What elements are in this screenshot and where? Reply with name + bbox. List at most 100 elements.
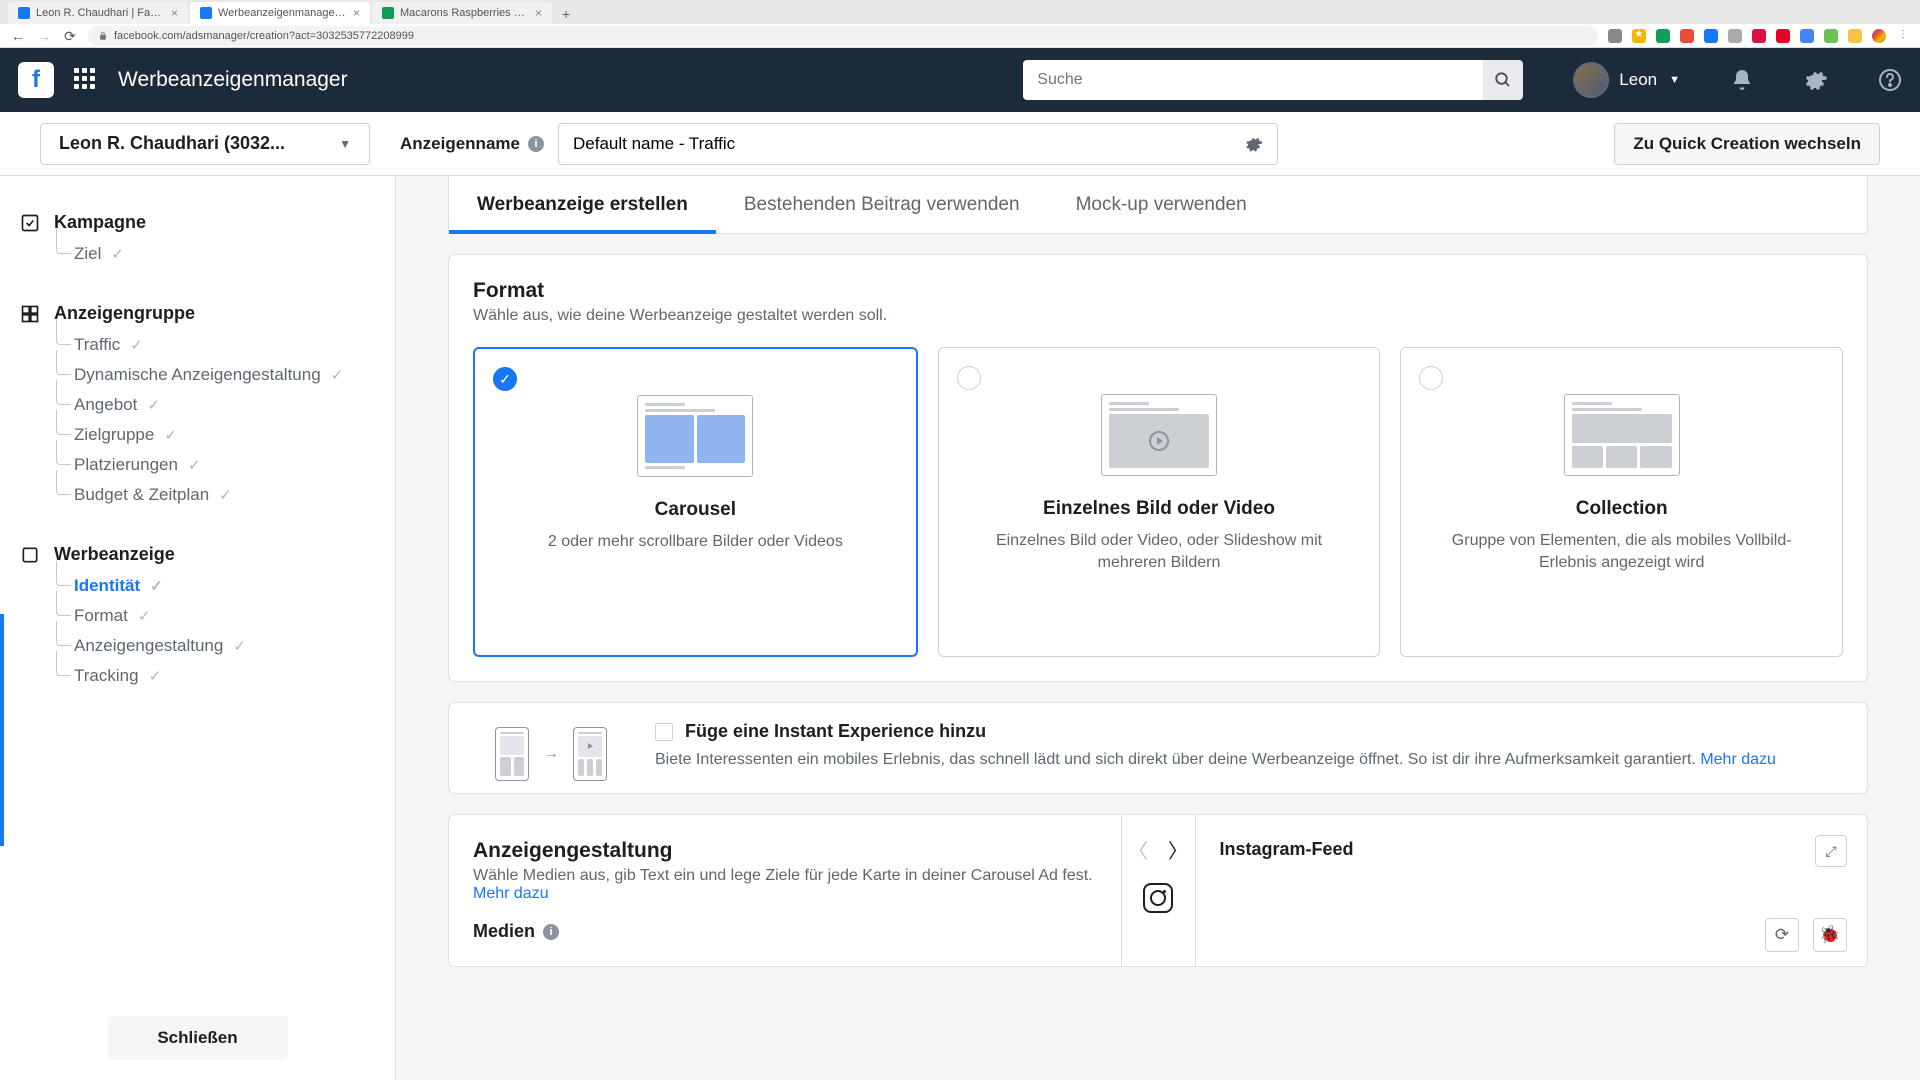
format-option-desc: 2 oder mehr scrollbare Bilder oder Video… xyxy=(497,531,894,553)
check-icon: ✓ xyxy=(130,336,143,354)
tab-existing-post[interactable]: Bestehenden Beitrag verwenden xyxy=(716,176,1048,233)
back-button[interactable]: ← xyxy=(10,28,26,44)
tabs-bar: Werbeanzeige erstellen Bestehenden Beitr… xyxy=(448,176,1868,234)
radio-icon xyxy=(1419,366,1443,390)
sidebar-item-audience[interactable]: Zielgruppe✓ xyxy=(20,420,375,450)
ext-icon[interactable] xyxy=(1752,29,1766,43)
radio-icon xyxy=(957,366,981,390)
format-option-single[interactable]: Einzelnes Bild oder Video Einzelnes Bild… xyxy=(938,347,1381,657)
close-icon[interactable]: × xyxy=(171,6,178,20)
adset-icon xyxy=(20,304,40,324)
ext-icon[interactable] xyxy=(1656,29,1670,43)
sidebar-item-identity[interactable]: Identität✓ xyxy=(20,571,375,601)
check-icon: ✓ xyxy=(149,667,162,685)
check-icon: ✓ xyxy=(188,456,201,474)
sidebar-item-offer[interactable]: Angebot✓ xyxy=(20,390,375,420)
instant-experience-checkbox[interactable] xyxy=(655,723,673,741)
ext-icon[interactable] xyxy=(1824,29,1838,43)
user-name: Leon xyxy=(1619,70,1657,90)
ad-icon xyxy=(20,545,40,565)
format-card: Format Wähle aus, wie deine Werbeanzeige… xyxy=(448,254,1868,682)
instagram-icon[interactable] xyxy=(1143,883,1173,913)
sidebar-item-goal[interactable]: Ziel✓ xyxy=(20,239,375,269)
extension-icons: ★ ⋮ xyxy=(1608,29,1910,43)
sidebar-section-adset[interactable]: Anzeigengruppe xyxy=(20,297,375,330)
ad-name-input[interactable] xyxy=(573,134,1245,154)
browser-tab[interactable]: Macarons Raspberries Pastrie… × xyxy=(372,2,552,24)
ext-icon[interactable] xyxy=(1608,29,1622,43)
ext-icon[interactable] xyxy=(1728,29,1742,43)
info-icon[interactable]: i xyxy=(528,136,544,152)
close-button[interactable]: Schließen xyxy=(107,1016,287,1060)
ext-icon[interactable]: ★ xyxy=(1632,29,1646,43)
refresh-icon[interactable]: ⟳ xyxy=(1765,918,1799,952)
chevron-down-icon: ▼ xyxy=(1669,74,1680,86)
sidebar-item-budget[interactable]: Budget & Zeitplan✓ xyxy=(20,480,375,510)
carousel-illustration xyxy=(497,391,894,481)
menu-icon[interactable]: ⋮ xyxy=(1896,29,1910,43)
sidebar-item-creative[interactable]: Anzeigengestaltung✓ xyxy=(20,631,375,661)
chevron-down-icon: ▼ xyxy=(339,137,351,151)
format-option-collection[interactable]: Collection Gruppe von Elementen, die als… xyxy=(1400,347,1843,657)
learn-more-link[interactable]: Mehr dazu xyxy=(473,885,549,902)
debug-icon[interactable]: 🐞 xyxy=(1813,918,1847,952)
creative-card: Anzeigengestaltung Wähle Medien aus, gib… xyxy=(448,814,1868,967)
info-icon[interactable]: i xyxy=(543,924,559,940)
user-menu[interactable]: Leon ▼ xyxy=(1573,62,1680,98)
quick-creation-button[interactable]: Zu Quick Creation wechseln xyxy=(1614,123,1880,165)
app-header: f Werbeanzeigenmanager Leon ▼ xyxy=(0,48,1920,112)
sidebar-section-ad[interactable]: Werbeanzeige xyxy=(20,538,375,571)
ext-icon[interactable] xyxy=(1776,29,1790,43)
sidebar-item-traffic[interactable]: Traffic✓ xyxy=(20,330,375,360)
tab-create-ad[interactable]: Werbeanzeige erstellen xyxy=(449,176,716,233)
format-option-desc: Einzelnes Bild oder Video, oder Slidesho… xyxy=(961,530,1358,575)
sub-header: Leon R. Chaudhari (3032... ▼ Anzeigennam… xyxy=(0,112,1920,176)
campaign-icon xyxy=(20,213,40,233)
forward-button[interactable]: → xyxy=(36,28,52,44)
check-icon: ✓ xyxy=(147,396,160,414)
preview-next-button[interactable]: 〉 xyxy=(1164,835,1192,863)
notifications-icon[interactable] xyxy=(1730,68,1754,92)
apps-icon[interactable] xyxy=(74,68,98,92)
close-icon[interactable]: × xyxy=(535,6,542,20)
browser-tab[interactable]: Leon R. Chaudhari | Facebook × xyxy=(8,2,188,24)
sidebar-item-placements[interactable]: Platzierungen✓ xyxy=(20,450,375,480)
format-subtitle: Wähle aus, wie deine Werbeanzeige gestal… xyxy=(473,307,1843,325)
sidebar-item-dynamic[interactable]: Dynamische Anzeigengestaltung✓ xyxy=(20,360,375,390)
facebook-logo[interactable]: f xyxy=(18,62,54,98)
account-dropdown[interactable]: Leon R. Chaudhari (3032... ▼ xyxy=(40,123,370,165)
learn-more-link[interactable]: Mehr dazu xyxy=(1700,751,1776,768)
check-icon: ✓ xyxy=(164,426,177,444)
settings-icon[interactable] xyxy=(1804,68,1828,92)
search-button[interactable] xyxy=(1483,60,1523,100)
new-tab-button[interactable]: + xyxy=(554,4,578,24)
expand-icon[interactable]: ⤢ xyxy=(1815,835,1847,867)
sidebar-item-format[interactable]: Format✓ xyxy=(20,601,375,631)
format-option-desc: Gruppe von Elementen, die als mobiles Vo… xyxy=(1423,530,1820,575)
browser-tab[interactable]: Werbeanzeigenmanager - Cre… × xyxy=(190,2,370,24)
help-icon[interactable] xyxy=(1878,68,1902,92)
search-input[interactable] xyxy=(1023,60,1483,100)
ext-icon[interactable] xyxy=(1848,29,1862,43)
instant-experience-card: → Füge eine Instant Experience hinzu Bie… xyxy=(448,702,1868,794)
gear-icon[interactable] xyxy=(1245,135,1263,153)
tab-mockup[interactable]: Mock-up verwenden xyxy=(1048,176,1275,233)
sidebar-section-campaign[interactable]: Kampagne xyxy=(20,206,375,239)
profile-icon[interactable] xyxy=(1872,29,1886,43)
url-text: facebook.com/adsmanager/creation?act=303… xyxy=(114,30,414,42)
ext-icon[interactable] xyxy=(1704,29,1718,43)
format-option-carousel[interactable]: ✓ Carousel 2 oder mehr scrollbare Bilder… xyxy=(473,347,918,657)
ext-icon[interactable] xyxy=(1680,29,1694,43)
close-icon[interactable]: × xyxy=(353,6,360,20)
sidebar-item-tracking[interactable]: Tracking✓ xyxy=(20,661,375,691)
check-icon: ✓ xyxy=(150,577,163,595)
preview-prev-button[interactable]: 〈 xyxy=(1124,835,1152,863)
creative-title: Anzeigengestaltung xyxy=(473,839,1097,863)
reload-button[interactable]: ⟳ xyxy=(62,28,78,44)
check-icon: ✓ xyxy=(233,637,246,655)
creative-desc: Wähle Medien aus, gib Text ein und lege … xyxy=(473,867,1097,903)
url-input[interactable]: facebook.com/adsmanager/creation?act=303… xyxy=(88,26,1598,46)
favicon xyxy=(18,7,30,19)
ext-icon[interactable] xyxy=(1800,29,1814,43)
arrow-right-icon: → xyxy=(543,745,559,763)
